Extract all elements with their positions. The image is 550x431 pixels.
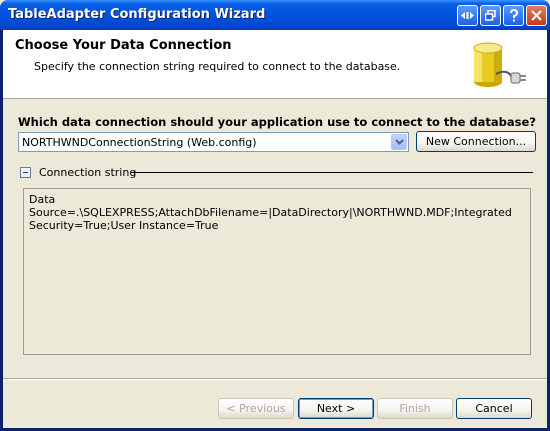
- collapse-toggle-icon[interactable]: [20, 167, 31, 178]
- window-title: TableAdapter Configuration Wizard: [8, 7, 266, 22]
- cancel-button[interactable]: Cancel: [456, 398, 532, 419]
- chevron-down-icon: [394, 139, 404, 145]
- close-icon: [531, 10, 542, 21]
- section-divider: [131, 172, 533, 173]
- title-bar[interactable]: TableAdapter Configuration Wizard: [0, 0, 550, 30]
- finish-button[interactable]: Finish: [377, 398, 453, 419]
- help-button[interactable]: [503, 5, 524, 26]
- connection-question-label: Which data connection should your applic…: [18, 115, 536, 129]
- restore-button[interactable]: [480, 5, 501, 26]
- footer-divider-highlight: [3, 379, 547, 380]
- page-title: Choose Your Data Connection: [15, 38, 232, 53]
- close-button[interactable]: [526, 5, 547, 26]
- dropdown-button[interactable]: [391, 134, 407, 150]
- connection-select-value: NORTHWNDConnectionString (Web.config): [22, 136, 257, 149]
- wizard-window: TableAdapter Configuration Wizard Choose…: [0, 0, 550, 431]
- arrows-icon: [461, 12, 474, 19]
- wizard-header: Choose Your Data Connection Specify the …: [3, 30, 547, 99]
- connection-string-text: Data Source=.\SQLEXPRESS;AttachDbFilenam…: [29, 193, 512, 232]
- previous-button[interactable]: < Previous: [218, 398, 294, 419]
- connection-select[interactable]: NORTHWNDConnectionString (Web.config): [18, 132, 409, 152]
- dialog-client-area: Choose Your Data Connection Specify the …: [3, 30, 547, 428]
- question-mark-icon: [509, 9, 518, 22]
- restore-icon: [485, 10, 496, 21]
- next-button[interactable]: Next >: [298, 398, 374, 419]
- connection-string-label: Connection string: [39, 166, 137, 179]
- connection-string-box[interactable]: Data Source=.\SQLEXPRESS;AttachDbFilenam…: [23, 188, 531, 355]
- new-connection-button[interactable]: New Connection...: [416, 131, 536, 152]
- database-connection-icon: [473, 42, 526, 87]
- page-subtitle: Specify the connection string required t…: [34, 60, 401, 73]
- context-help-arrows-button[interactable]: [457, 5, 478, 26]
